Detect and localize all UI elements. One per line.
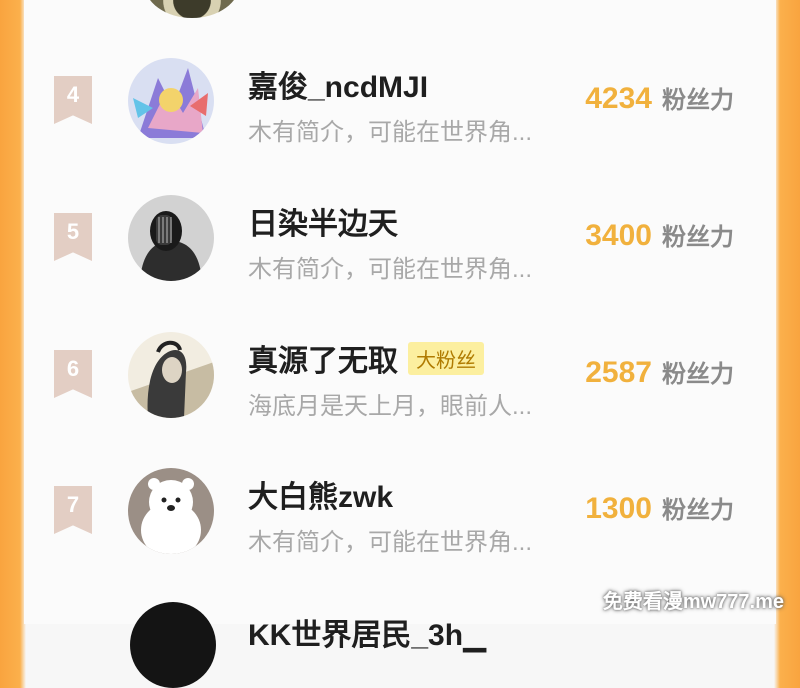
fans-count: 3400 (585, 219, 652, 252)
ranking-panel: 4 嘉俊_ncdMJI 木有简介，可能在世界角... 4234 粉丝力 5 日染… (24, 0, 776, 688)
user-name[interactable]: 嘉俊_ncdMJI (248, 62, 428, 106)
fans-count: 4234 (585, 82, 652, 115)
ranking-row[interactable]: 6 真源了无取 大粉丝 海底月是天上月，眼前人... 2587 粉丝力 (24, 316, 776, 446)
user-bio: 木有简介，可能在世界角... (248, 529, 533, 556)
rank-flag: 6 (54, 350, 92, 398)
fans-label: 粉丝力 (662, 87, 734, 114)
fans-label: 粉丝力 (662, 361, 734, 388)
avatar[interactable] (128, 468, 214, 554)
user-name[interactable]: 大白熊zwk (248, 472, 393, 516)
sketch-girl-avatar-icon (128, 332, 214, 418)
rank-flag: 5 (54, 213, 92, 261)
rank-number: 6 (66, 356, 80, 381)
rank-number: 7 (66, 492, 80, 517)
fans-label: 粉丝力 (662, 497, 734, 524)
watermark: 免费看漫mw777.me (602, 591, 784, 613)
mecha-art-avatar-icon (128, 58, 214, 144)
rank-number: 5 (66, 219, 80, 244)
white-bear-avatar-icon (128, 468, 214, 554)
user-name[interactable]: 日染半边天 (248, 199, 398, 243)
avatar[interactable] (128, 195, 214, 281)
rank-number: 4 (66, 82, 80, 107)
fans-label: 粉丝力 (662, 224, 734, 251)
masked-person-avatar-icon (128, 195, 214, 281)
next-avatar-peek[interactable] (130, 602, 216, 688)
ranking-row[interactable]: 5 日染半边天 木有简介，可能在世界角... 3400 粉丝力 (24, 179, 776, 309)
avatar[interactable] (128, 332, 214, 418)
user-bio: 海底月是天上月，眼前人... (248, 393, 533, 420)
user-bio: 木有简介，可能在世界角... (248, 119, 533, 146)
fans-count: 1300 (585, 492, 652, 525)
rank-flag: 7 (54, 486, 92, 534)
next-user-name-peek[interactable]: KK世界居民_3h▁ (248, 610, 486, 654)
big-fan-badge: 大粉丝 (408, 341, 484, 375)
previous-avatar-peek[interactable] (144, 0, 240, 18)
rank-flag: 4 (54, 76, 92, 124)
ranking-row[interactable]: 7 大白熊zwk 木有简介，可能在世界角... 1300 粉丝力 (24, 452, 776, 582)
avatar[interactable] (128, 58, 214, 144)
user-name[interactable]: 真源了无取 (248, 336, 398, 380)
fans-count: 2587 (585, 356, 652, 389)
user-bio: 木有简介，可能在世界角... (248, 256, 533, 283)
ranking-row[interactable]: 4 嘉俊_ncdMJI 木有简介，可能在世界角... 4234 粉丝力 (24, 42, 776, 172)
